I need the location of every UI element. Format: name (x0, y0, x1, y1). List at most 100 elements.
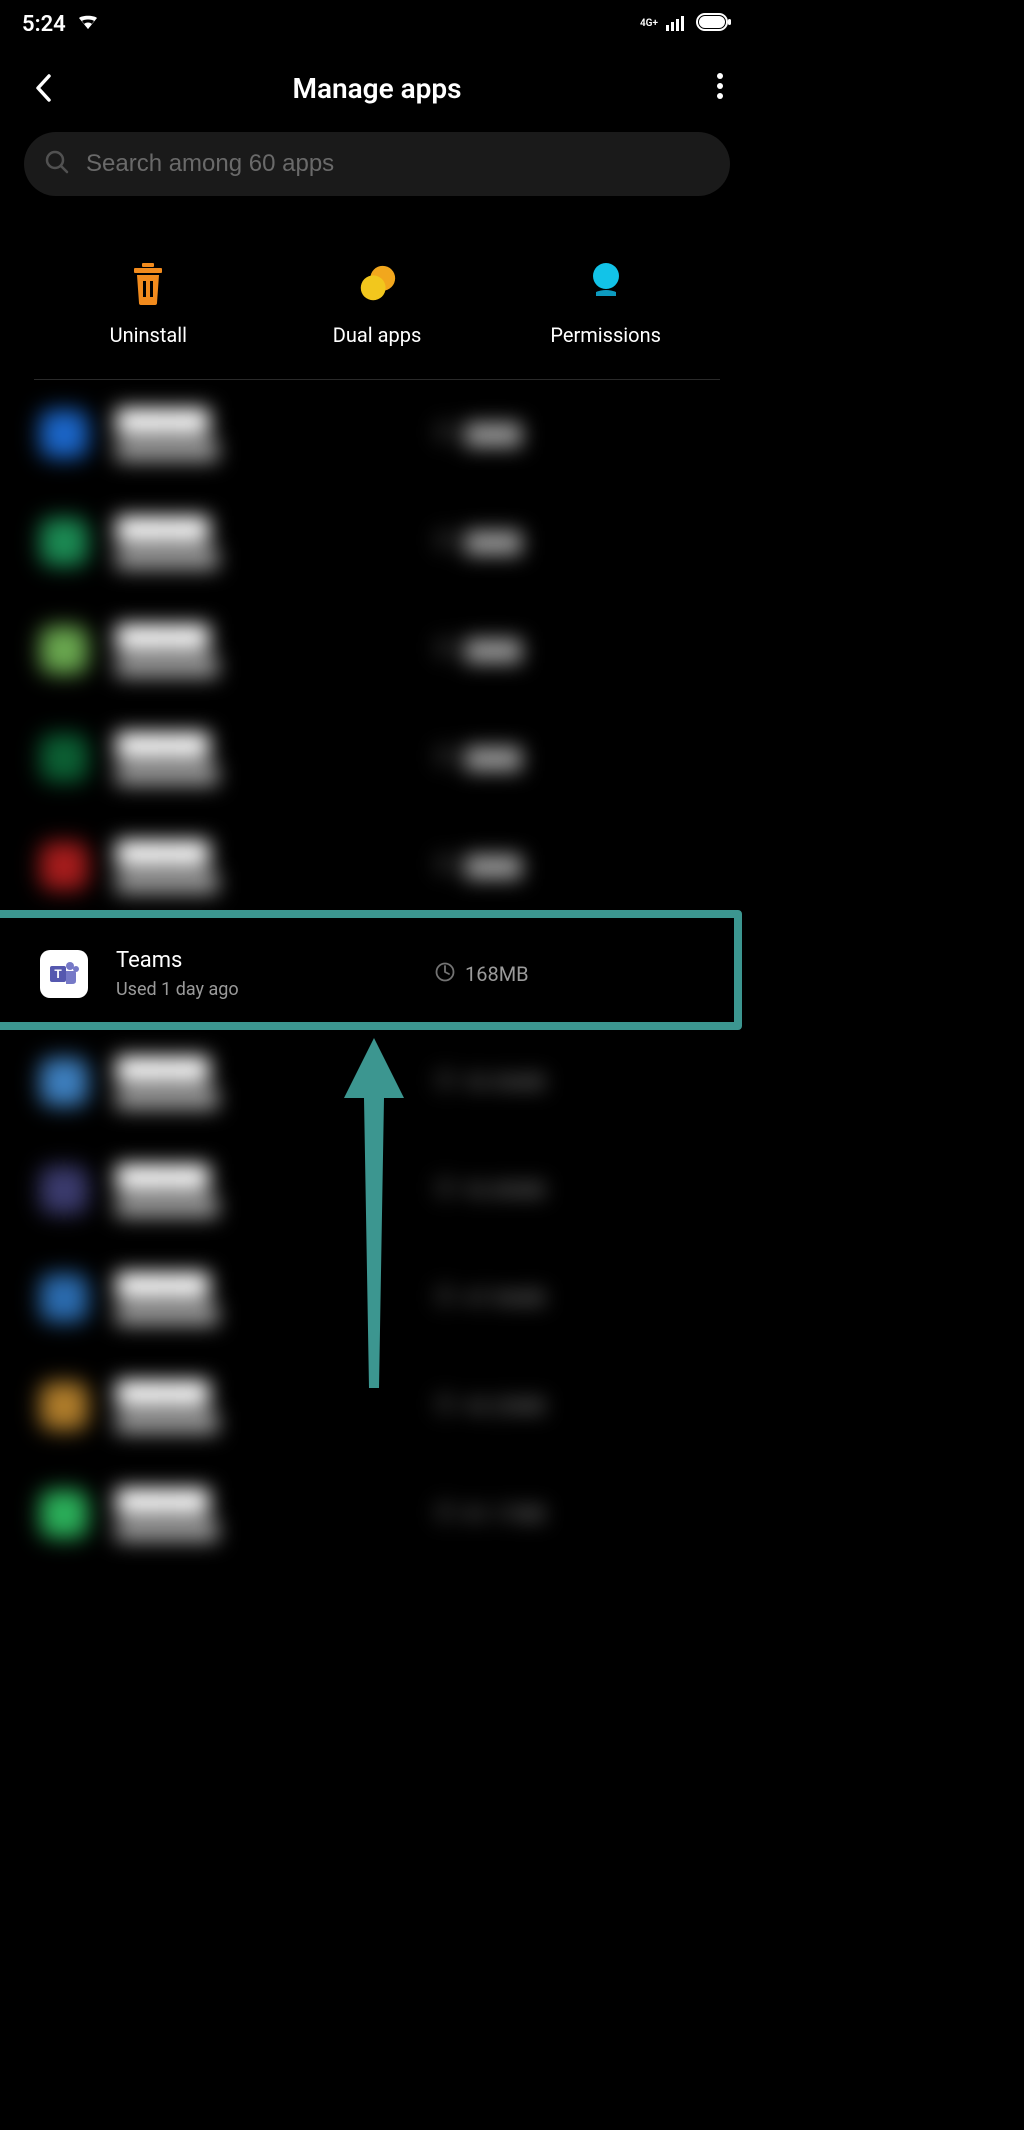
network-type: 4G+ (640, 19, 658, 29)
storage-icon (435, 1502, 455, 1527)
app-name: Teams (116, 948, 714, 973)
status-bar: 5:24 4G+ (0, 0, 754, 48)
app-size: 168MB (435, 962, 529, 987)
trash-icon (127, 263, 169, 305)
app-name: ██████ (116, 1380, 714, 1406)
app-row[interactable]: ██████████████████ (0, 704, 754, 812)
app-size: ████ (435, 746, 522, 771)
teams-app-icon: T (40, 950, 88, 998)
more-options-button[interactable] (716, 72, 724, 104)
page-title: Manage apps (292, 72, 461, 105)
app-row[interactable]: ██████████████43.20MB (0, 1352, 754, 1460)
app-text: ██████████████ (116, 1488, 714, 1541)
app-row[interactable]: ██████████████████ (0, 812, 754, 920)
app-name: ██████ (116, 624, 714, 650)
app-subtext: ████████ (116, 548, 714, 569)
app-size-value: 43.20MB (465, 1394, 545, 1418)
app-text: ██████████████ (116, 1380, 714, 1433)
storage-icon (435, 1070, 455, 1095)
svg-text:T: T (54, 967, 62, 981)
app-icon (40, 842, 88, 890)
app-row[interactable]: ██████████████53.56MB (0, 1028, 754, 1136)
app-row[interactable]: ██████████████████ (0, 596, 754, 704)
status-left: 5:24 (22, 11, 100, 37)
app-name: ██████ (116, 732, 714, 758)
app-row[interactable]: ██████████████92.80MB (0, 1136, 754, 1244)
dual-apps-action[interactable]: Dual apps (263, 230, 492, 379)
storage-icon (435, 1178, 455, 1203)
status-time: 5:24 (22, 12, 66, 37)
app-size: 81.17MB (435, 1502, 545, 1527)
permissions-action[interactable]: Permissions (491, 230, 720, 379)
search-icon (44, 149, 70, 179)
app-subtext: ████████ (116, 1412, 714, 1433)
app-icon (40, 1058, 88, 1106)
dual-apps-label: Dual apps (333, 323, 422, 347)
app-text: ██████████████ (116, 516, 714, 569)
app-name: ██████ (116, 1056, 714, 1082)
app-text: ██████████████ (116, 1164, 714, 1217)
uninstall-label: Uninstall (110, 323, 187, 347)
storage-icon (435, 638, 455, 663)
app-icon (40, 1382, 88, 1430)
permissions-icon (585, 263, 627, 305)
signal-icon (666, 12, 688, 37)
app-row[interactable]: ██████████████47.96MB (0, 1244, 754, 1352)
app-subtext: ████████ (116, 872, 714, 893)
app-subtext: ████████ (116, 656, 714, 677)
app-text: ██████████████ (116, 408, 714, 461)
app-text: ██████████████ (116, 732, 714, 785)
app-icon (40, 1274, 88, 1322)
action-row: Uninstall Dual apps Permissions (34, 230, 720, 380)
search-box[interactable] (24, 132, 730, 196)
app-subtext: ████████ (116, 440, 714, 461)
status-right: 4G+ (640, 12, 732, 37)
app-row[interactable]: ██████████████81.17MB (0, 1460, 754, 1568)
storage-icon (435, 962, 455, 987)
search-input[interactable] (86, 150, 710, 178)
search-container (0, 128, 754, 212)
app-icon (40, 626, 88, 674)
battery-icon (696, 12, 732, 37)
screen-root: 5:24 4G+ Manage apps (0, 0, 754, 1556)
app-text: ██████████████ (116, 1272, 714, 1325)
dual-apps-icon (356, 263, 398, 305)
app-text: ██████████████ (116, 624, 714, 677)
back-button[interactable] (28, 73, 58, 103)
app-size: 92.80MB (435, 1178, 545, 1203)
app-name: ██████ (116, 840, 714, 866)
app-subtext: ████████ (116, 1196, 714, 1217)
storage-icon (435, 746, 455, 771)
app-row[interactable]: ██████████████████ (0, 380, 754, 488)
app-size-value: 47.96MB (465, 1286, 545, 1310)
app-text: ██████████████ (116, 1056, 714, 1109)
permissions-label: Permissions (550, 323, 661, 347)
app-name: ██████ (116, 408, 714, 434)
app-size: 53.56MB (435, 1070, 545, 1095)
app-size: ████ (435, 854, 522, 879)
app-size-value: 53.56MB (465, 1070, 545, 1094)
storage-icon (435, 854, 455, 879)
app-icon (40, 410, 88, 458)
app-icon (40, 518, 88, 566)
app-text: ██████████████ (116, 840, 714, 893)
app-subtext: ████████ (116, 1520, 714, 1541)
app-subtext: Used 1 day ago (116, 979, 714, 1000)
storage-icon (435, 530, 455, 555)
storage-icon (435, 1286, 455, 1311)
app-name: ██████ (116, 1272, 714, 1298)
app-list[interactable]: ████████████████████████████████████████… (0, 380, 754, 1568)
app-subtext: ████████ (116, 1088, 714, 1109)
app-subtext: ████████ (116, 764, 714, 785)
app-icon (40, 1166, 88, 1214)
app-row[interactable]: ██████████████████ (0, 488, 754, 596)
wifi-icon (76, 11, 100, 37)
app-size: 47.96MB (435, 1286, 545, 1311)
app-text: Teams Used 1 day ago (116, 948, 714, 1000)
uninstall-action[interactable]: Uninstall (34, 230, 263, 379)
app-subtext: ████████ (116, 1304, 714, 1325)
app-row[interactable]: T Teams Used 1 day ago168MB (0, 920, 754, 1028)
app-name: ██████ (116, 1164, 714, 1190)
storage-icon (435, 422, 455, 447)
storage-icon (435, 1394, 455, 1419)
